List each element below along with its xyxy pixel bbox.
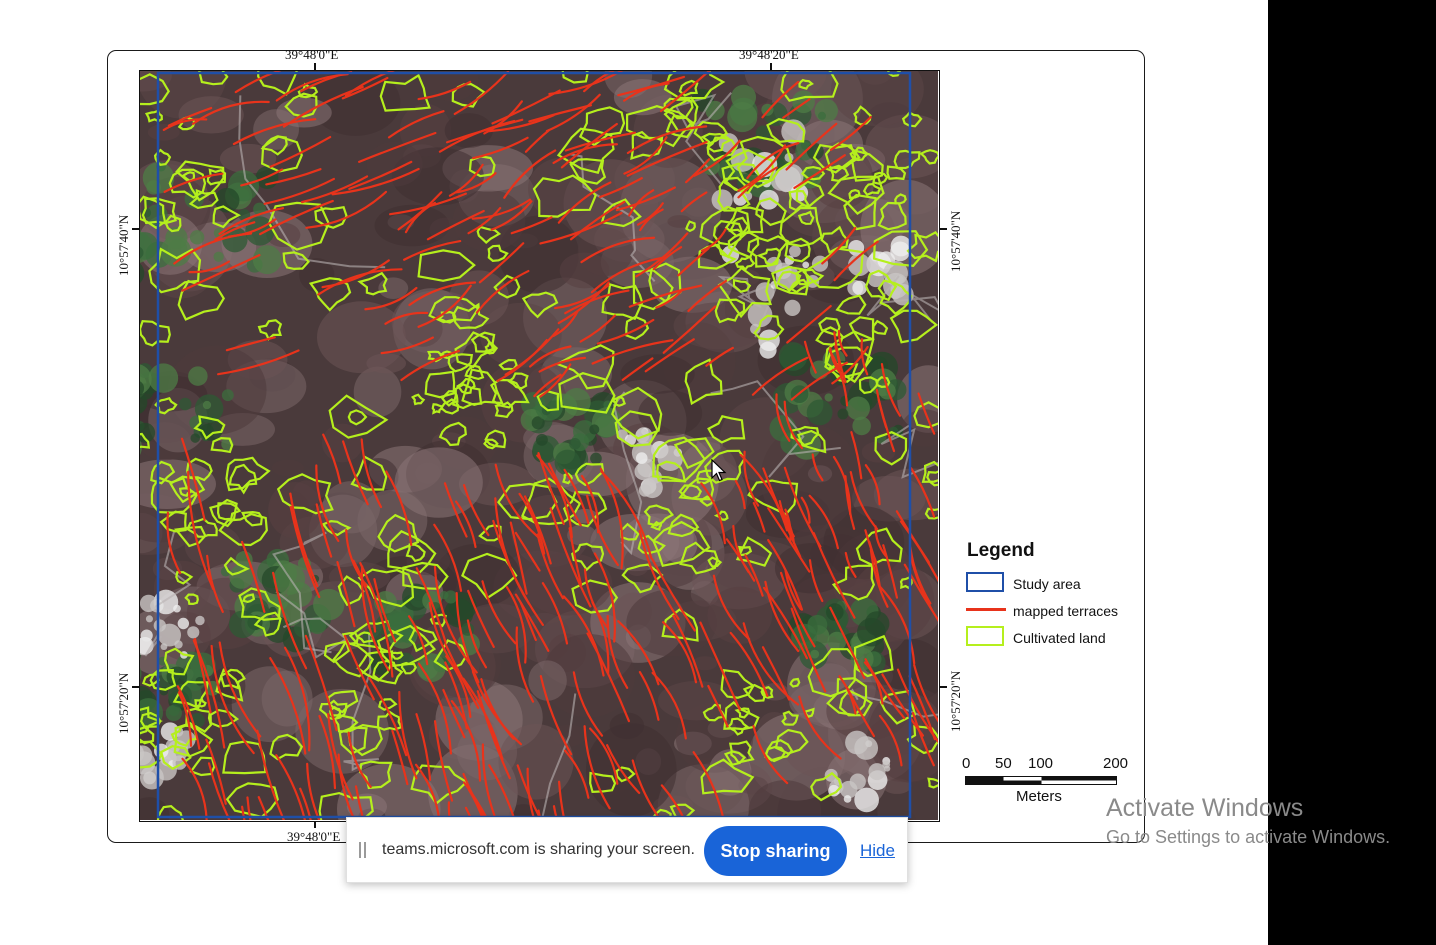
tick-bottom-1: [314, 822, 316, 828]
coord-right-2: 10°57'20"N: [948, 670, 963, 732]
activate-windows-watermark: Activate Windows Go to Settings to activ…: [1106, 794, 1390, 848]
watermark-title: Activate Windows: [1106, 794, 1304, 822]
coord-bottom-1: 39°48'0"E: [287, 829, 341, 844]
legend-label: Cultivated land: [1013, 630, 1106, 646]
scale-tick-0: 0: [962, 755, 971, 772]
tick-right-2: [940, 686, 947, 688]
coord-left-1: 10°57'40"N: [116, 214, 131, 276]
legend-item-cultivated: Cultivated land: [966, 626, 1156, 648]
scale-units: Meters: [1016, 788, 1062, 805]
hide-link[interactable]: Hide: [860, 841, 895, 861]
map-legend: Legend Study area mapped terraces Cultiv…: [960, 538, 1160, 668]
coord-top-1: 39°48'0"E: [285, 47, 339, 62]
tick-left-1: [132, 228, 139, 230]
tick-top-2: [770, 63, 772, 70]
cultivated-swatch: [966, 626, 1004, 646]
tick-top-1: [314, 63, 316, 70]
screen-share-bar: teams.microsoft.com is sharing your scre…: [346, 817, 908, 883]
legend-item-terraces: mapped terraces: [966, 599, 1156, 621]
drag-handle-icon[interactable]: [359, 842, 367, 860]
legend-item-study-area: Study area: [966, 572, 1156, 594]
map-canvas: [140, 71, 938, 820]
terrace-line-swatch: [966, 608, 1006, 611]
coord-top-2: 39°48'20"E: [739, 47, 799, 62]
coord-right-1: 10°57'40"N: [948, 210, 963, 272]
study-area-swatch: [966, 572, 1004, 592]
legend-label: Study area: [1013, 576, 1081, 592]
scale-bar-graphic: [965, 776, 1117, 785]
legend-label: mapped terraces: [1013, 603, 1119, 619]
tick-left-2: [132, 686, 139, 688]
scale-tick-200: 200: [1103, 755, 1129, 772]
watermark-subtitle: Go to Settings to activate Windows.: [1106, 827, 1391, 847]
share-message: teams.microsoft.com is sharing your scre…: [382, 841, 695, 858]
satellite-map: [139, 70, 940, 822]
coord-left-2: 10°57'20"N: [116, 672, 131, 734]
tick-right-1: [940, 228, 947, 230]
scale-tick-50: 50: [995, 755, 1012, 772]
scale-tick-100: 100: [1028, 755, 1054, 772]
legend-title: Legend: [967, 540, 1035, 561]
stop-sharing-button[interactable]: Stop sharing: [704, 826, 847, 876]
mouse-cursor-icon: [711, 459, 727, 482]
